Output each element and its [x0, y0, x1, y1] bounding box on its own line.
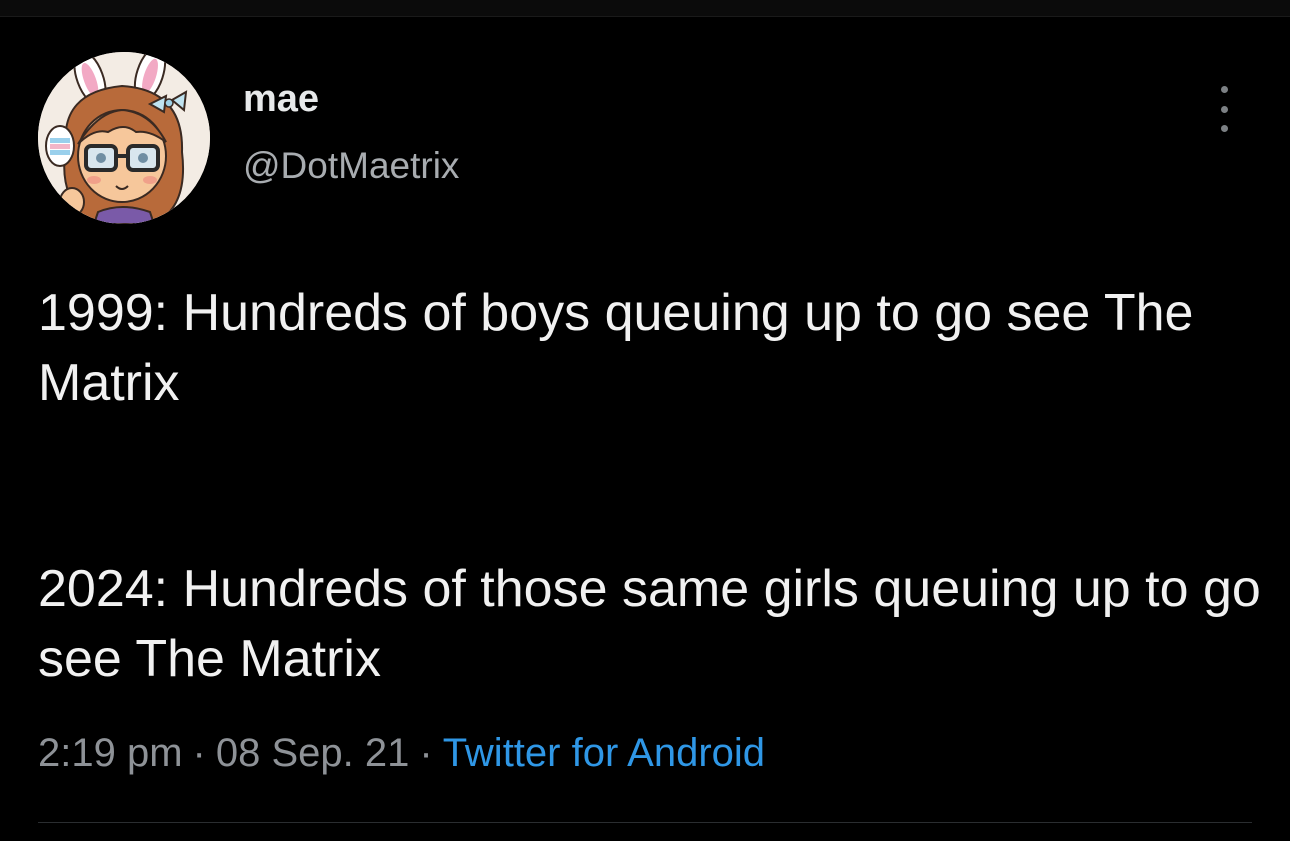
tweet-text: 1999: Hundreds of boys queuing up to go …	[38, 278, 1268, 694]
avatar[interactable]	[38, 52, 210, 224]
tweet-paragraph: 1999: Hundreds of boys queuing up to go …	[38, 284, 1194, 412]
display-name[interactable]: mae	[243, 76, 459, 122]
more-vertical-icon-dot	[1220, 105, 1228, 113]
tweet-source-link[interactable]: Twitter for Android	[443, 731, 765, 775]
meta-separator: ·	[419, 731, 433, 775]
tweet-paragraph: 2024: Hundreds of those same girls queui…	[38, 560, 1261, 688]
user-meta: mae @DotMaetrix	[243, 76, 459, 188]
more-vertical-icon	[1220, 86, 1228, 93]
more-vertical-icon-dot	[1220, 125, 1228, 132]
tweet-date[interactable]: 08 Sep. 21	[216, 731, 410, 775]
user-handle[interactable]: @DotMaetrix	[243, 144, 459, 188]
tweet-time[interactable]: 2:19 pm	[38, 731, 183, 775]
bottom-divider	[38, 822, 1252, 823]
cartoon-avatar-icon	[38, 52, 210, 224]
more-options-button[interactable]	[1204, 84, 1244, 134]
tweet-card: mae @DotMaetrix 1999: Hundreds of boys q…	[0, 0, 1290, 841]
meta-separator: ·	[192, 731, 206, 775]
tweet-meta: 2:19 pm · 08 Sep. 21 · Twitter for Android	[38, 724, 765, 782]
